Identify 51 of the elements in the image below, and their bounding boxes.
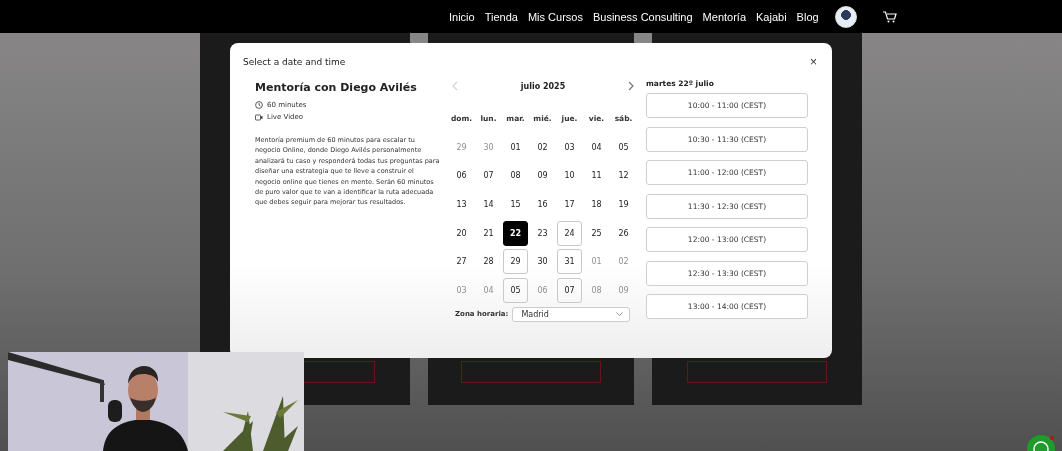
nav-link[interactable]: Tienda (484, 10, 518, 23)
calendar-day[interactable]: 02 (530, 134, 555, 160)
calendar-day[interactable]: 21 (476, 220, 501, 246)
calendar-day[interactable]: 07 (557, 277, 582, 303)
calendar-day[interactable]: 01 (503, 134, 528, 160)
close-button[interactable]: × (808, 56, 819, 68)
calendar-day[interactable]: 06 (449, 163, 474, 189)
calendar-day[interactable]: 13 (449, 192, 474, 217)
nav-link[interactable]: Mis Cursos (527, 10, 583, 23)
timezone-select[interactable]: Madrid (512, 306, 631, 322)
calendar-day[interactable]: 04 (584, 134, 609, 160)
clock-icon (255, 101, 263, 109)
nav-link[interactable]: Inicio (449, 10, 475, 23)
calendar-day[interactable]: 05 (611, 134, 636, 160)
calendar-day[interactable]: 24 (557, 220, 582, 246)
nav-link[interactable]: Mentoría (702, 10, 747, 23)
calendar-day[interactable]: 16 (530, 192, 555, 217)
event-name: Mentoría con Diego Avilés (255, 81, 418, 94)
calendar-day[interactable]: 18 (584, 192, 609, 217)
calendar-day[interactable]: 12 (611, 163, 636, 189)
calendar-day[interactable]: 22 (503, 220, 528, 246)
calendar-day[interactable]: 20 (449, 220, 474, 246)
avatar[interactable] (834, 5, 857, 28)
calendar-day[interactable]: 08 (503, 163, 528, 189)
chevron-right-icon[interactable] (628, 81, 634, 91)
nav-link[interactable]: Blog (796, 10, 819, 23)
nav-link[interactable]: Kajabi (756, 10, 787, 23)
calendar-day[interactable]: 14 (476, 192, 501, 217)
calendar-day[interactable]: 19 (611, 192, 636, 217)
calendar-day[interactable]: 03 (557, 134, 582, 160)
nav-link[interactable]: Business Consulting (592, 10, 693, 23)
calendar-day[interactable]: 10 (557, 163, 582, 189)
chevron-down-icon (616, 312, 624, 317)
cart-icon[interactable] (882, 10, 897, 23)
calendar-day[interactable]: 09 (530, 163, 555, 189)
calendar-day[interactable]: 27 (449, 249, 474, 275)
calendar-day[interactable]: 15 (503, 192, 528, 217)
calendar-day[interactable]: 29 (503, 249, 528, 275)
calendar-day[interactable]: 17 (557, 192, 582, 217)
dialog-title: Select a date and time (243, 57, 346, 67)
calendar-day[interactable]: 31 (557, 249, 582, 275)
calendar-day[interactable]: 05 (503, 277, 528, 303)
calendar-day[interactable]: 11 (584, 163, 609, 189)
month-label: julio 2025 (520, 81, 566, 91)
calendar-day[interactable]: 30 (530, 249, 555, 275)
calendar-day[interactable]: 25 (584, 220, 609, 246)
video-camera-icon (255, 113, 263, 121)
calendar-day[interactable]: 26 (611, 220, 636, 246)
calendar-day[interactable]: 07 (476, 163, 501, 189)
calendar-day[interactable]: 28 (476, 249, 501, 275)
calendar-day[interactable]: 23 (530, 220, 555, 246)
